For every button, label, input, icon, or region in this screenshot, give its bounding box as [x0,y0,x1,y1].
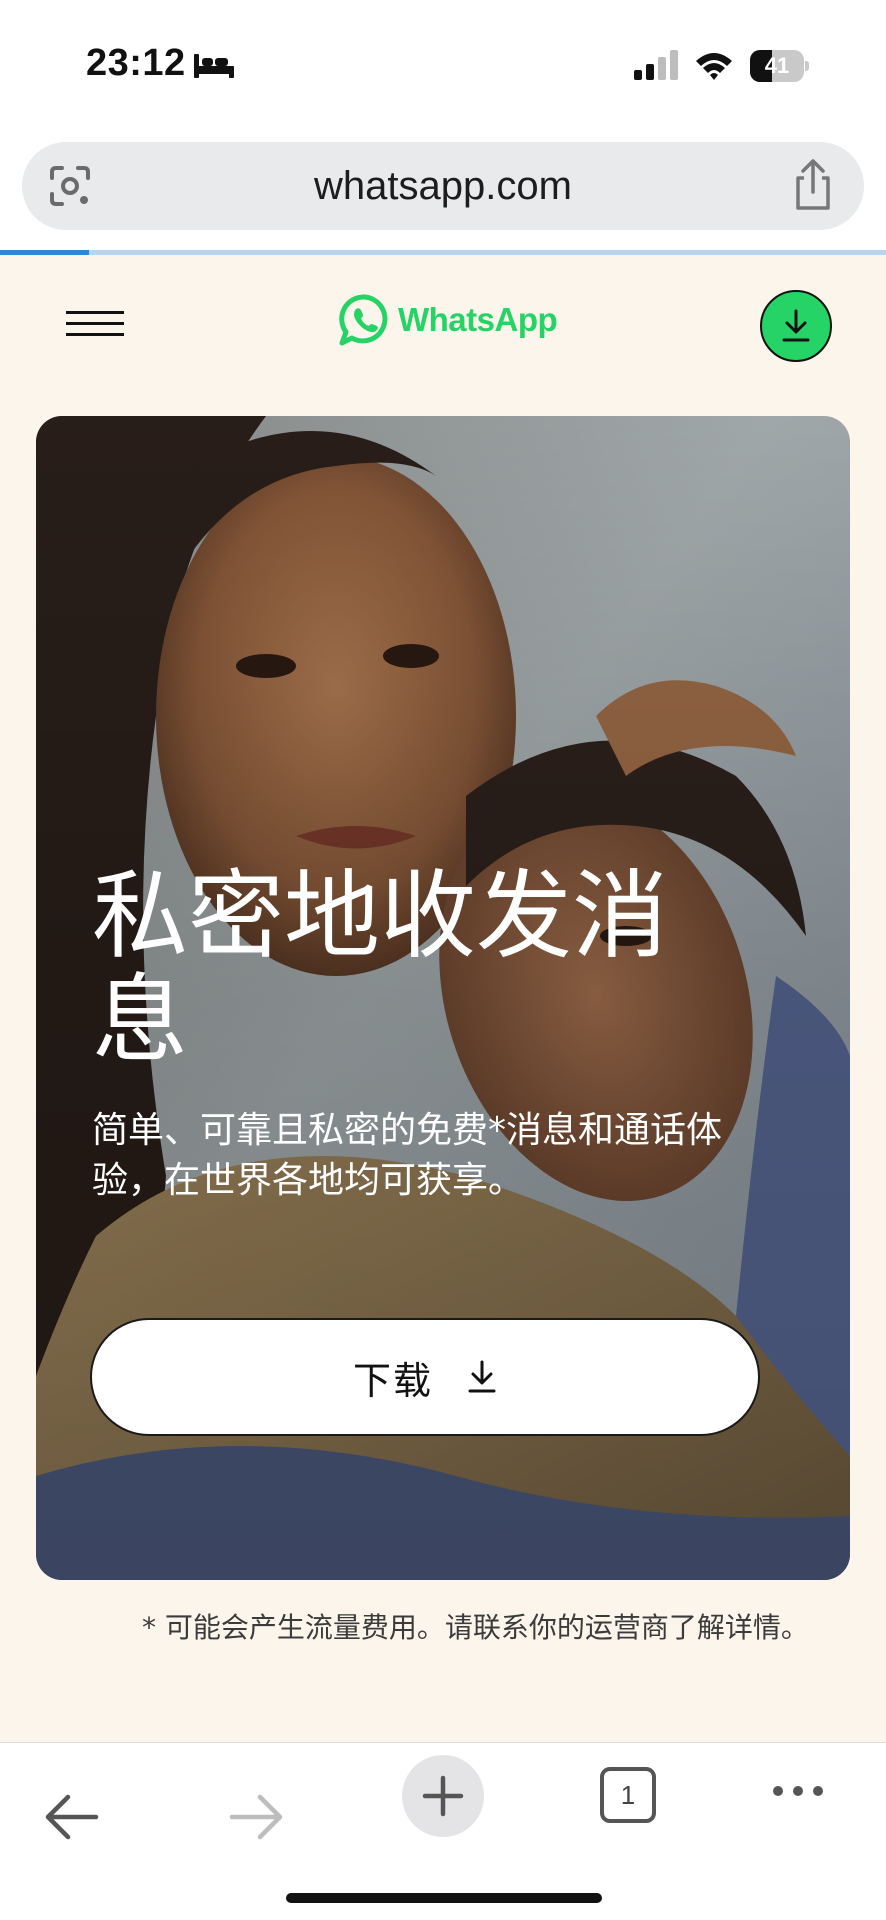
signal-icon [634,50,678,80]
site-header: WhatsApp [0,255,886,395]
more-icon[interactable] [770,1781,826,1801]
wifi-icon [696,53,732,80]
hero-download-button[interactable]: 下载 [90,1318,760,1436]
header-download-button[interactable] [760,290,832,362]
browser-address-area: whatsapp.com [0,130,886,255]
url-bar[interactable]: whatsapp.com [22,142,864,230]
browser-toolbar: 1 [0,1742,886,1920]
url-text[interactable]: whatsapp.com [22,142,864,230]
hero-title: 私密地收发消息 [92,860,668,1076]
hero-subtitle: 简单、可靠且私密的免费*消息和通话体验，在世界各地均可获享。 [92,1110,723,1201]
hero-card: 私密地收发消息 简单、可靠且私密的免费*消息和通话体验，在世界各地均可获享。 下… [36,416,850,1580]
menu-icon[interactable] [66,309,124,339]
bed-icon [194,54,234,78]
download-icon [782,309,810,342]
tabs-icon[interactable]: 1 [600,1767,656,1823]
footnote: * 可能会产生流量费用。请联系你的运营商了解详情。 [142,1611,809,1644]
whatsapp-logo-icon [339,294,388,346]
battery-percent: 41 [764,53,790,78]
battery-icon: 41 [750,50,809,82]
back-arrow-icon[interactable] [42,1791,100,1843]
home-indicator [286,1893,602,1903]
logo-text: WhatsApp [398,301,558,338]
download-icon [468,1360,496,1393]
google-lens-icon[interactable] [48,164,92,208]
whatsapp-logo[interactable]: WhatsApp [338,293,568,353]
status-bar: 23:12 41 [0,0,886,130]
plus-icon [422,1775,464,1817]
share-icon[interactable] [788,158,838,212]
tab-count: 1 [620,1780,636,1810]
hero-download-label: 下载 [352,1358,433,1403]
new-tab-button[interactable] [402,1755,484,1837]
status-time: 23:12 [86,42,186,84]
forward-arrow-icon[interactable] [228,1791,286,1843]
